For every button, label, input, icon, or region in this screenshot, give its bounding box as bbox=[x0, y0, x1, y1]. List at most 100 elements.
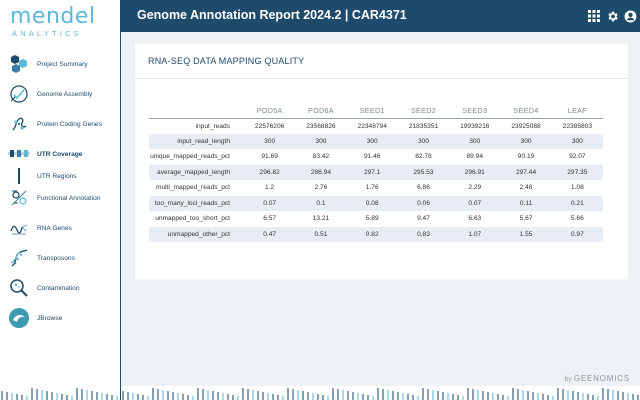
column-header[interactable]: LEAF bbox=[551, 103, 603, 119]
table-cell: 2.29 bbox=[468, 184, 482, 192]
gear-icon[interactable] bbox=[604, 8, 620, 24]
table-cell: 2.76 bbox=[314, 184, 328, 192]
header-actions bbox=[586, 0, 640, 32]
table-cell: 0.97 bbox=[551, 226, 603, 242]
table-cell: 5.89 bbox=[365, 215, 379, 223]
user-icon[interactable] bbox=[622, 8, 638, 24]
table-cell: 23925088 bbox=[511, 122, 541, 130]
table-cell: 300 bbox=[397, 133, 450, 149]
company-name: GEENOMICS bbox=[573, 374, 630, 383]
column-header[interactable]: SEED4 bbox=[500, 103, 552, 119]
table-cell: 0.82 bbox=[346, 226, 398, 242]
table-cell: 297.35 bbox=[551, 164, 603, 180]
table-cell: 286.94 bbox=[295, 164, 347, 180]
table-cell: 89.94 bbox=[466, 153, 484, 161]
table-cell: 22576206 bbox=[254, 122, 285, 130]
mapping-quality-card: RNA-SEQ DATA MAPPING QUALITY POD5A POD6A… bbox=[135, 44, 628, 279]
row-label: input_read_length bbox=[149, 133, 244, 149]
mapping-quality-table: POD5A POD6A SEED1 SEED2 SEED3 SEED4 LEAF… bbox=[149, 103, 603, 242]
column-header[interactable]: SEED1 bbox=[346, 103, 398, 119]
column-header[interactable]: SEED2 bbox=[397, 103, 450, 119]
main-content: RNA-SEQ DATA MAPPING QUALITY POD5A POD6A… bbox=[121, 32, 640, 386]
sidebar-item-functional-annotation[interactable]: Functional Annotation bbox=[0, 184, 120, 212]
company-credit[interactable]: by GEENOMICS bbox=[565, 374, 630, 383]
sidebar-item-label: Transposons bbox=[37, 254, 75, 262]
table-cell: 91.46 bbox=[363, 153, 381, 161]
magnifier-icon bbox=[7, 276, 31, 300]
dna-strip-decoration bbox=[1, 388, 118, 400]
table-cell: 21835351 bbox=[408, 122, 439, 130]
page-title: Genome Annotation Report 2024.2 | CAR437… bbox=[137, 8, 407, 22]
table-cell: 1.76 bbox=[365, 184, 379, 192]
table-cell: 83.42 bbox=[312, 153, 330, 161]
sidebar-item-transposons[interactable]: Transposons bbox=[0, 244, 120, 272]
table-body: input_reads 22576206 23568826 22348794 21835… bbox=[149, 118, 603, 242]
sidebar-item-contamination[interactable]: Contamination bbox=[0, 274, 120, 302]
sidebar-item-rna-genes[interactable]: RNA Genes bbox=[0, 214, 120, 242]
table-cell: 0.83 bbox=[397, 226, 450, 242]
table-row: input_read_length 300 300 300 300 300 300 300 bbox=[149, 133, 603, 149]
table-cell: 90.19 bbox=[517, 153, 535, 161]
table-cell: 296.82 bbox=[244, 164, 296, 180]
sidebar-item-label: Project Summary bbox=[37, 60, 88, 68]
sidebar-item-genome-assembly[interactable]: Genome Assembly bbox=[0, 80, 120, 108]
row-label: input_reads bbox=[195, 122, 230, 130]
table-cell: 0.51 bbox=[295, 226, 347, 242]
column-header[interactable]: POD5A bbox=[244, 103, 296, 119]
table-cell: 1.55 bbox=[500, 226, 552, 242]
functional-icon bbox=[7, 186, 31, 210]
table-cell: 23568826 bbox=[306, 122, 336, 130]
table-cell: 300 bbox=[500, 133, 552, 149]
column-header[interactable]: SEED3 bbox=[449, 103, 501, 119]
table-row: unique_mapped_reads_pct 91.69 83.42 91.46 82… bbox=[149, 149, 603, 165]
table-cell: 0.1 bbox=[295, 195, 347, 211]
row-label: average_mapped_length bbox=[149, 164, 244, 180]
row-label-header bbox=[149, 103, 244, 119]
table-cell: 296.91 bbox=[449, 164, 501, 180]
table-cell: 300 bbox=[244, 133, 296, 149]
transposon-icon bbox=[7, 246, 31, 270]
row-label: multi_mapped_reads_pct bbox=[155, 184, 230, 192]
table-cell: 1.08 bbox=[570, 184, 584, 192]
logo-wordmark: mendel bbox=[10, 4, 96, 29]
table-cell: 0.47 bbox=[244, 226, 296, 242]
card-title: RNA-SEQ DATA MAPPING QUALITY bbox=[148, 56, 305, 66]
table-cell: 91.69 bbox=[261, 153, 278, 161]
table-cell: 0.07 bbox=[244, 195, 296, 211]
jbrowse-icon bbox=[7, 306, 31, 330]
table-row: multi_mapped_reads_pct 1.2 2.76 1.76 6.86 2.2… bbox=[149, 180, 603, 196]
table-row: too_many_loci_reads_pct 0.07 0.1 0.08 0.06 0.… bbox=[149, 195, 603, 211]
table-cell: 0.21 bbox=[551, 195, 603, 211]
table-cell: 1.07 bbox=[449, 226, 501, 242]
sidebar-item-project-summary[interactable]: Project Summary bbox=[0, 50, 120, 78]
table-cell: 13.21 bbox=[312, 215, 330, 223]
sidebar-item-label: UTR Coverage bbox=[37, 150, 83, 158]
column-header[interactable]: POD6A bbox=[295, 103, 347, 119]
hexagon-cluster-icon bbox=[7, 52, 31, 76]
sidebar-item-label: RNA Genes bbox=[37, 224, 72, 232]
dna-check-icon bbox=[7, 82, 31, 106]
mendel-logo[interactable]: mendel ANALYTICS bbox=[10, 4, 106, 39]
sidebar-item-label: Protein Coding Genes bbox=[37, 120, 102, 128]
grid-icon[interactable] bbox=[586, 8, 602, 24]
table-cell: 0.06 bbox=[397, 195, 450, 211]
sidebar-item-protein-coding-genes[interactable]: Protein Coding Genes bbox=[0, 110, 120, 138]
table-cell: 5.67 bbox=[519, 215, 533, 223]
logo-tagline: ANALYTICS bbox=[12, 29, 82, 38]
footer: by GEENOMICS bbox=[121, 374, 640, 400]
sidebar-item-jbrowse[interactable]: JBrowse bbox=[0, 304, 120, 332]
table-cell: 9.47 bbox=[417, 215, 430, 223]
sidebar-item-label: Contamination bbox=[37, 284, 80, 292]
table-row: unmapped_other_pct 0.47 0.51 0.82 0.83 1.07 1.… bbox=[149, 226, 603, 242]
table-cell: 6.57 bbox=[263, 215, 277, 223]
table-cell: 5.66 bbox=[570, 215, 584, 223]
top-bar: Genome Annotation Report 2024.2 | CAR437… bbox=[121, 0, 640, 32]
table-cell: 1.2 bbox=[265, 184, 275, 192]
table-row: unmapped_too_short_pct 6.57 13.21 5.89 9.47 6… bbox=[149, 211, 603, 227]
table-cell: 0.11 bbox=[500, 195, 552, 211]
sidebar-item-label: Functional Annotation bbox=[37, 194, 101, 202]
table-cell: 0.07 bbox=[449, 195, 501, 211]
sidebar: mendel ANALYTICS Project Summary Genome … bbox=[0, 0, 121, 400]
table-row: average_mapped_length 296.82 286.94 297.1 29… bbox=[149, 164, 603, 180]
table-cell: 297.1 bbox=[346, 164, 398, 180]
